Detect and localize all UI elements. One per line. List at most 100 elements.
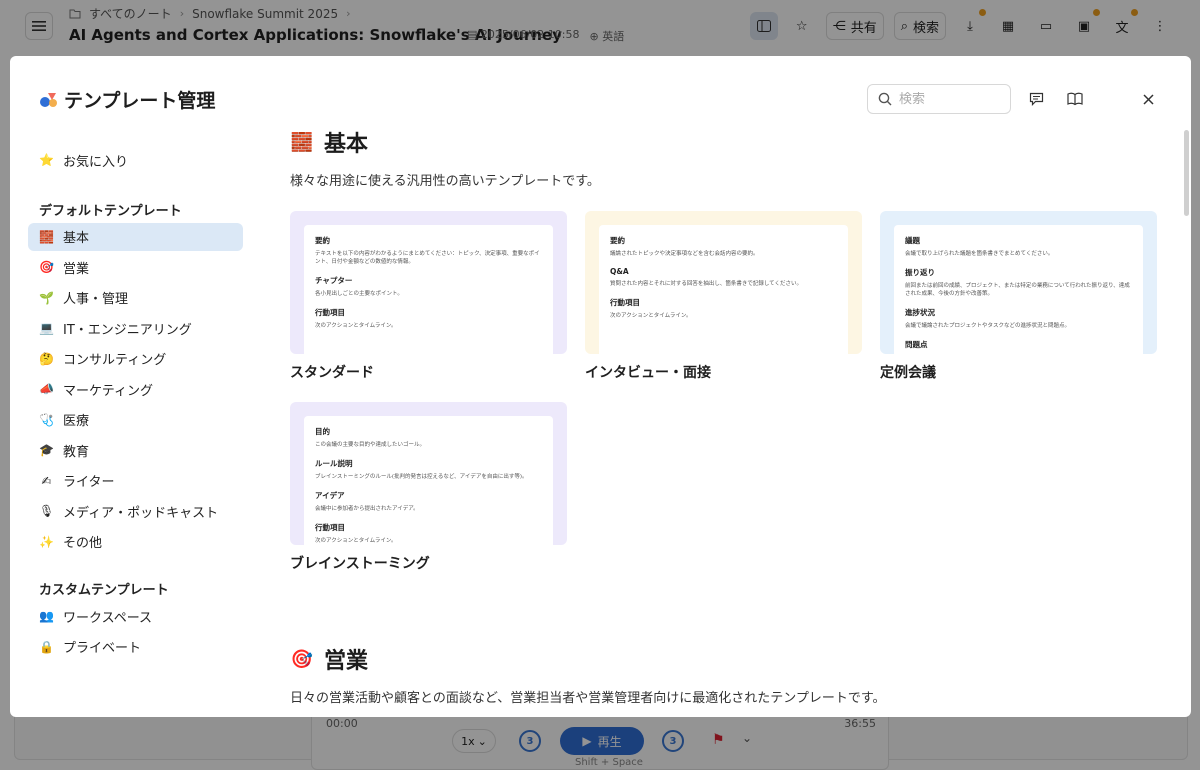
sidebar-item-label: ワークスペース — [63, 610, 153, 626]
sidebar-item-label: IT・エンジニアリング — [63, 322, 192, 338]
search-icon — [878, 92, 892, 106]
laptop-icon: 💻 — [39, 321, 54, 335]
sidebar-item-sales[interactable]: 🎯 営業 — [28, 253, 243, 281]
preview-heading: ルール説明 — [315, 459, 353, 468]
template-preview: 議題 会議で取り上げられた議題を箇条書きでまとめてください。 振り返り 前回また… — [880, 211, 1157, 354]
sidebar-item-label: 営業 — [63, 261, 90, 277]
preview-text: 議論されたトピックや決定事項などを含む会話内容の要約。 — [610, 251, 759, 257]
modal-title: テンプレート管理 — [64, 90, 216, 112]
template-preview-paper: 目的 この会議の主要な目的や達成したいゴール。 ルール説明 ブレインストーミング… — [304, 416, 553, 545]
sidebar-item-label: 人事・管理 — [63, 292, 129, 307]
preview-text: 会議中に参加者から提出されたアイデア。 — [315, 506, 419, 512]
preview-text: 各小見出しごとの主要なポイント。 — [315, 291, 403, 297]
graduation-cap-icon: 🎓 — [39, 443, 54, 457]
preview-heading: Q&A — [610, 267, 629, 276]
sidebar-item-label: その他 — [63, 536, 103, 551]
template-preview-paper: 要約 テキストを以下の内容がわかるようにまとめてください：トピック、決定事項、重… — [304, 225, 553, 354]
preview-heading: 要約 — [610, 236, 625, 245]
brick-icon: 🧱 — [39, 229, 54, 244]
preview-text: 次のアクションとタイムライン。 — [610, 313, 692, 319]
sidebar-item-medical[interactable]: 🩺 医療 — [28, 406, 243, 434]
template-grid: 要約 テキストを以下の内容がわかるようにまとめてください：トピック、決定事項、重… — [290, 211, 1160, 573]
sidebar-item-hr[interactable]: 🌱 人事・管理 — [28, 284, 243, 312]
microphone-icon: 🎙 — [39, 504, 55, 518]
scrollbar[interactable] — [1184, 130, 1189, 216]
close-icon — [1142, 93, 1154, 105]
template-name: インタビュー・面接 — [585, 365, 711, 381]
sidebar-item-education[interactable]: 🎓 教育 — [28, 436, 243, 464]
preview-heading: 問題点 — [905, 340, 928, 349]
sidebar-item-writer[interactable]: ✍ ライター — [28, 467, 243, 495]
preview-heading: 行動項目 — [315, 308, 345, 317]
template-search[interactable] — [867, 84, 1011, 114]
section-description: 様々な用途に使える汎用性の高いテンプレートです。 — [290, 174, 600, 189]
sidebar-item-media[interactable]: 🎙 メディア・ポッドキャスト — [28, 497, 243, 525]
section-title-basic: 🧱 基本 — [290, 131, 369, 158]
preview-heading: 要約 — [315, 236, 330, 245]
sidebar-item-label: 教育 — [63, 444, 90, 460]
sidebar-item-label: マーケティング — [63, 383, 153, 399]
template-card-regular-meeting[interactable]: 議題 会議で取り上げられた議題を箇条書きでまとめてください。 振り返り 前回また… — [880, 211, 1157, 382]
sidebar-item-label: ライター — [63, 475, 115, 490]
sidebar-item-private[interactable]: 🔒 プライベート — [28, 633, 243, 661]
sidebar-item-label: 基本 — [63, 231, 90, 246]
sidebar-item-label: お気に入り — [63, 154, 129, 170]
preview-heading: 議題 — [905, 236, 920, 245]
preview-heading: 行動項目 — [315, 523, 345, 532]
book-icon — [1067, 92, 1083, 106]
template-content: 🧱 基本 様々な用途に使える汎用性の高いテンプレートです。 要約 テキストを以下… — [290, 126, 1160, 717]
guide-button[interactable] — [1063, 87, 1087, 111]
preview-heading: アイデア — [315, 491, 345, 500]
sidebar-item-other[interactable]: ✨ その他 — [28, 528, 243, 556]
template-name: スタンダード — [290, 365, 374, 381]
preview-text: ブレインストーミングのルール(批判的発言は控えるなど、アイデアを自由に出す等)。 — [315, 474, 528, 480]
template-name: 定例会議 — [880, 365, 936, 381]
close-button[interactable] — [1136, 87, 1160, 111]
template-preview-paper: 要約 議論されたトピックや決定事項などを含む会話内容の要約。 Q&A 質問された… — [599, 225, 848, 354]
sidebar-item-label: プライベート — [63, 641, 142, 656]
sidebar-item-label: メディア・ポッドキャスト — [63, 505, 219, 521]
sidebar-item-it[interactable]: 💻 IT・エンジニアリング — [28, 314, 243, 342]
target-icon: 🎯 — [39, 260, 54, 274]
app-logo-icon — [40, 93, 57, 107]
sidebar-item-label: 医療 — [63, 414, 90, 429]
preview-heading: 行動項目 — [610, 298, 640, 307]
template-manager-modal: テンプレート管理 ⭐ お気に入り デフォルトテンプレート 🧱 基本 🎯 営業 🌱… — [10, 56, 1191, 717]
sidebar-item-favorites[interactable]: ⭐ お気に入り — [28, 146, 243, 174]
preview-text: テキストを以下の内容がわかるようにまとめてください：トピック、決定事項、重要なポ… — [315, 251, 540, 265]
section-title-sales: 🎯 営業 — [290, 648, 369, 675]
star-icon: ⭐ — [39, 153, 54, 167]
template-preview: 目的 この会議の主要な目的や達成したいゴール。 ルール説明 ブレインストーミング… — [290, 402, 567, 545]
comment-icon — [1029, 92, 1043, 106]
template-preview: 要約 テキストを以下の内容がわかるようにまとめてください：トピック、決定事項、重… — [290, 211, 567, 354]
sidebar-item-consulting[interactable]: 🤔 コンサルティング — [28, 345, 243, 373]
brick-icon: 🧱 — [290, 131, 314, 153]
custom-templates-heading: カスタムテンプレート — [39, 583, 169, 598]
preview-text: この会議の主要な目的や達成したいゴール。 — [315, 442, 426, 448]
feedback-button[interactable] — [1024, 87, 1048, 111]
template-card-standard[interactable]: 要約 テキストを以下の内容がわかるようにまとめてください：トピック、決定事項、重… — [290, 211, 567, 382]
template-search-input[interactable] — [899, 91, 999, 107]
seedling-icon: 🌱 — [39, 290, 54, 305]
preview-heading: 目的 — [315, 427, 330, 436]
template-category-sidebar: ⭐ お気に入り デフォルトテンプレート 🧱 基本 🎯 営業 🌱 人事・管理 💻 … — [28, 146, 243, 663]
default-templates-heading: デフォルトテンプレート — [39, 203, 182, 219]
preview-heading: 進捗状況 — [905, 308, 935, 317]
sidebar-item-label: コンサルティング — [63, 353, 167, 368]
template-preview: 要約 議論されたトピックや決定事項などを含む会話内容の要約。 Q&A 質問された… — [585, 211, 862, 354]
lock-icon: 🔒 — [39, 639, 54, 654]
preview-text: 次のアクションとタイムライン。 — [315, 323, 397, 329]
sidebar-item-basic[interactable]: 🧱 基本 — [28, 222, 243, 251]
template-card-brainstorming[interactable]: 目的 この会議の主要な目的や達成したいゴール。 ルール説明 ブレインストーミング… — [290, 402, 567, 573]
template-preview-paper: 議題 会議で取り上げられた議題を箇条書きでまとめてください。 振り返り 前回また… — [894, 225, 1143, 354]
sidebar-item-workspace[interactable]: 👥 ワークスペース — [28, 602, 243, 630]
template-name: ブレインストーミング — [290, 556, 430, 572]
preview-heading: チャプター — [315, 276, 353, 285]
template-card-interview[interactable]: 要約 議論されたトピックや決定事項などを含む会話内容の要約。 Q&A 質問された… — [585, 211, 862, 382]
preview-text: 前回または前回の成績、プロジェクト、または特定の業務について行われた振り返り、達… — [905, 283, 1130, 297]
writing-hand-icon: ✍ — [41, 473, 52, 488]
preview-text: 会議で取り上げられた議題を箇条書きでまとめてください。 — [905, 251, 1054, 257]
preview-text: 次のアクションとタイムライン。 — [315, 538, 397, 544]
people-icon: 👥 — [39, 609, 54, 623]
sidebar-item-marketing[interactable]: 📣 マーケティング — [28, 375, 243, 403]
